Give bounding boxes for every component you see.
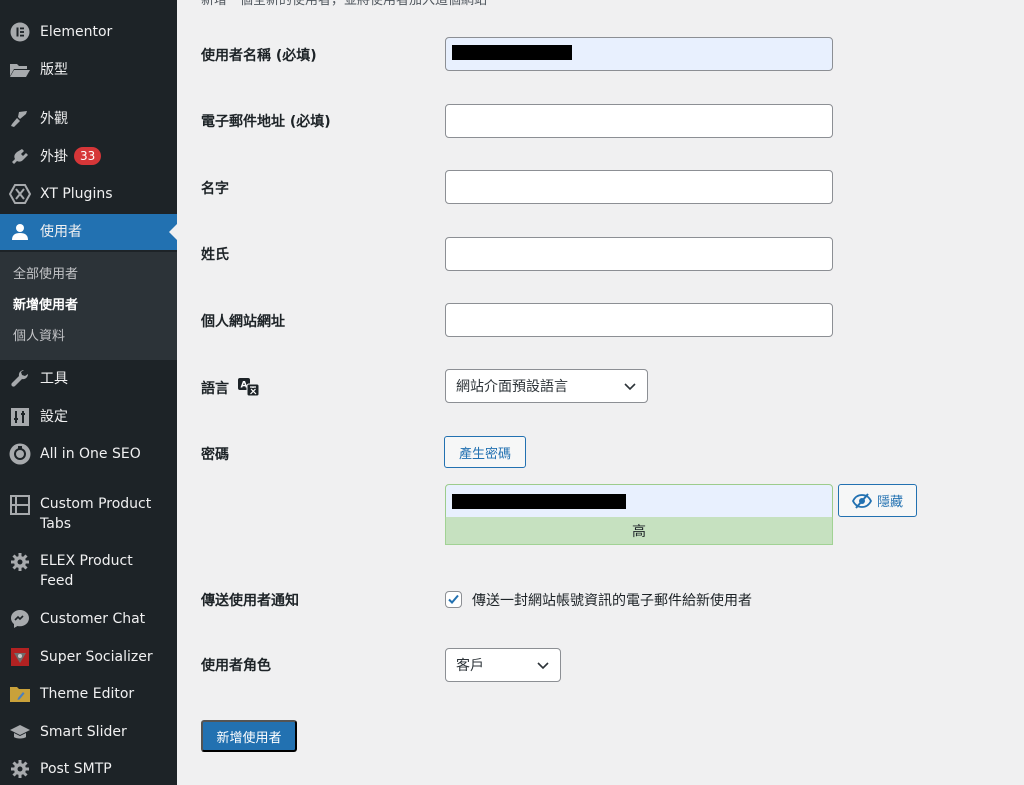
sidebar-item-super-socializer[interactable]: Super Socializer <box>0 647 177 667</box>
sidebar-item-label: 設定 <box>40 409 68 425</box>
last-name-input[interactable] <box>445 237 833 271</box>
sidebar-item-elementor[interactable]: Elementor <box>0 22 177 42</box>
settings-sliders-icon <box>9 406 31 428</box>
website-input[interactable] <box>445 303 833 337</box>
translation-icon: A <box>237 377 260 401</box>
folder-icon <box>9 59 31 81</box>
chevron-down-icon <box>537 662 549 670</box>
send-notification-checkbox[interactable] <box>445 591 462 608</box>
active-indicator <box>169 224 177 240</box>
password-strength-meter: 高 <box>445 517 833 545</box>
aioseo-icon <box>9 443 31 465</box>
sidebar-item-label: 版型 <box>40 62 68 78</box>
sidebar-item-xt-plugins[interactable]: XT Plugins <box>0 184 177 204</box>
sidebar-item-label: All in One SEO <box>40 446 141 462</box>
sidebar-item-label: XT Plugins <box>40 186 113 202</box>
user-icon <box>9 221 31 243</box>
submenu-add-new-user[interactable]: 新增使用者 <box>13 297 78 315</box>
xt-plugins-icon <box>9 183 31 205</box>
sidebar-item-theme-editor[interactable]: Theme Editor <box>0 684 177 704</box>
theme-editor-folder-icon <box>9 683 31 705</box>
username-label: 使用者名稱 (必填) <box>201 48 317 64</box>
language-label-text: 語言 <box>201 381 229 397</box>
submenu-all-users[interactable]: 全部使用者 <box>13 266 78 284</box>
redacted-username <box>452 45 572 60</box>
sidebar-item-elex-product-feed[interactable]: ELEX Product Feed <box>0 551 177 591</box>
notify-label: 傳送使用者通知 <box>201 593 299 609</box>
sidebar-item-custom-product-tabs[interactable]: Custom Product Tabs <box>0 494 177 534</box>
chevron-down-icon <box>624 383 636 391</box>
paintbrush-icon <box>9 108 31 130</box>
sidebar-item-label: 外掛 33 <box>40 147 102 167</box>
username-input[interactable] <box>445 37 833 71</box>
role-select-value: 客戶 <box>456 658 484 674</box>
sidebar-item-customer-chat[interactable]: Customer Chat <box>0 609 177 629</box>
website-label: 個人網站網址 <box>201 314 285 330</box>
sidebar-item-label: Super Socializer <box>40 649 153 665</box>
plugin-icon <box>9 146 31 168</box>
sidebar-item-smart-slider[interactable]: Smart Slider <box>0 722 177 742</box>
sidebar-item-label: Customer Chat <box>40 611 146 627</box>
tabs-icon <box>9 494 31 516</box>
eye-slash-icon <box>851 492 872 509</box>
hide-password-button[interactable]: 隱藏 <box>838 484 917 517</box>
redacted-password <box>452 494 626 509</box>
sidebar-item-label: 工具 <box>40 371 68 387</box>
sidebar-item-label: Theme Editor <box>40 686 135 702</box>
sidebar-item-plugins[interactable]: 外掛 33 <box>0 147 177 167</box>
sidebar-item-settings[interactable]: 設定 <box>0 407 177 427</box>
sidebar-item-post-smtp[interactable]: Post SMTP <box>0 759 177 779</box>
language-select-value: 網站介面預設語言 <box>456 379 568 395</box>
first-name-label: 名字 <box>201 181 229 197</box>
wrench-icon <box>9 368 31 390</box>
gear-icon <box>9 758 31 780</box>
sidebar-item-users[interactable]: 使用者 <box>0 214 177 250</box>
plugins-update-badge: 33 <box>74 147 102 165</box>
password-label: 密碼 <box>201 447 229 463</box>
role-label: 使用者角色 <box>201 658 271 674</box>
role-select[interactable]: 客戶 <box>445 648 561 682</box>
first-name-input[interactable] <box>445 170 833 204</box>
super-socializer-icon <box>9 646 31 668</box>
sidebar-item-tools[interactable]: 工具 <box>0 369 177 389</box>
sidebar-item-all-in-one-seo[interactable]: All in One SEO <box>0 443 177 465</box>
graduation-cap-icon <box>9 721 31 743</box>
sidebar-item-label: Custom Product Tabs <box>40 496 152 532</box>
svg-text:A: A <box>240 381 247 391</box>
language-select[interactable]: 網站介面預設語言 <box>445 369 648 403</box>
generate-password-button[interactable]: 產生密碼 <box>444 436 526 468</box>
messenger-icon <box>9 608 31 630</box>
checkmark-icon <box>448 594 459 604</box>
last-name-label: 姓氏 <box>201 247 229 263</box>
email-label: 電子郵件地址 (必填) <box>201 114 331 130</box>
language-label: 語言 A <box>201 377 260 401</box>
form-intro: 新增一個全新的使用者，並將使用者加入這個網站 <box>201 0 488 8</box>
admin-sidebar: Elementor 版型 外觀 外掛 33 XT Plugins 使用者 全部使用… <box>0 0 177 785</box>
plugins-label: 外掛 <box>40 149 68 165</box>
users-submenu: 全部使用者 新增使用者 個人資料 <box>0 252 177 360</box>
send-notification-text[interactable]: 傳送一封網站帳號資訊的電子郵件給新使用者 <box>472 590 752 610</box>
email-input[interactable] <box>445 104 833 138</box>
elementor-icon <box>9 21 31 43</box>
sidebar-item-label: 使用者 <box>40 224 82 240</box>
sidebar-item-label: 外觀 <box>40 111 68 127</box>
sidebar-item-templates[interactable]: 版型 <box>0 60 177 80</box>
submenu-profile[interactable]: 個人資料 <box>13 328 65 346</box>
hide-button-label: 隱藏 <box>876 494 903 509</box>
sidebar-item-appearance[interactable]: 外觀 <box>0 109 177 129</box>
sidebar-item-label: Post SMTP <box>40 761 112 777</box>
sidebar-item-label: Smart Slider <box>40 724 127 740</box>
add-new-user-submit-button[interactable]: 新增使用者 <box>201 720 297 752</box>
gear-icon <box>9 551 31 573</box>
password-input[interactable] <box>445 484 833 518</box>
sidebar-item-label: Elementor <box>40 24 113 40</box>
sidebar-item-label: ELEX Product Feed <box>40 553 133 589</box>
